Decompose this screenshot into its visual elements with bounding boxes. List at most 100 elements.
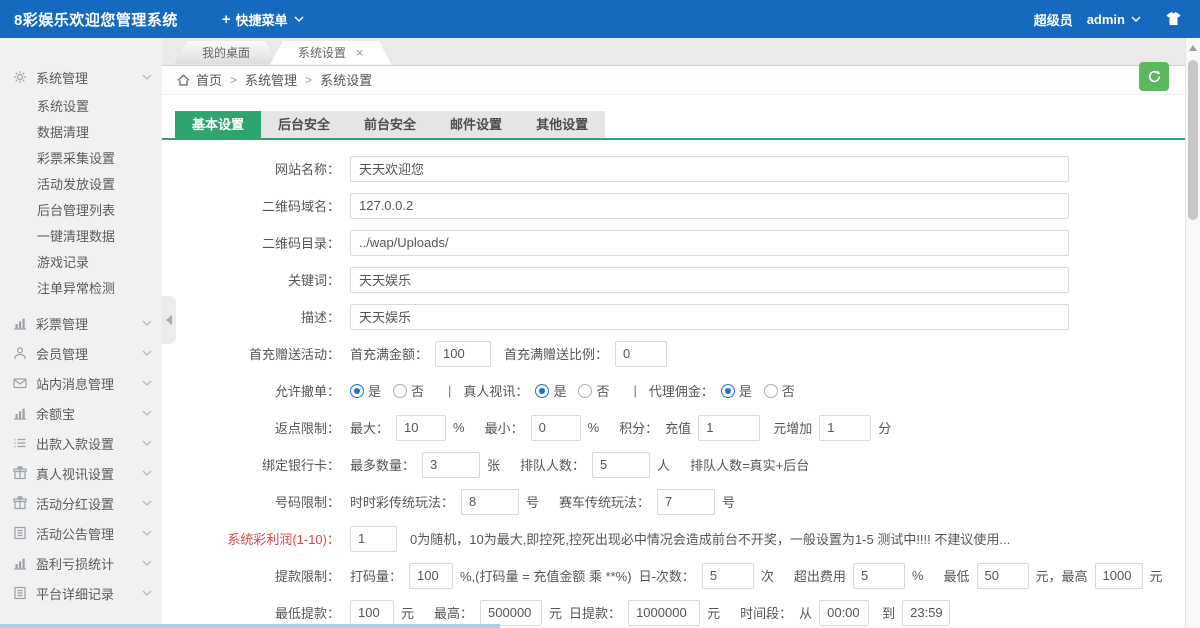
queue-count-input[interactable]: [592, 452, 650, 478]
radio-label[interactable]: 否: [596, 381, 609, 400]
tab-other-settings[interactable]: 其他设置: [519, 111, 605, 138]
field-label: 网站名称：: [162, 159, 340, 178]
racing-play-input[interactable]: [657, 489, 715, 515]
inline-label: 积分：: [619, 418, 658, 437]
sidebar-collapse-handle[interactable]: [162, 296, 176, 344]
inline-label: 充值: [665, 418, 691, 437]
system-profit-input[interactable]: [350, 526, 397, 552]
sidebar-group-live-video-settings[interactable]: 真人视讯设置: [0, 458, 162, 488]
fee-max-input[interactable]: [1095, 563, 1143, 589]
dama-input[interactable]: [409, 563, 453, 589]
sidebar-item-admin-list[interactable]: 后台管理列表: [0, 198, 162, 224]
chevron-down-icon: [142, 410, 152, 416]
sidebar-group-platform-records[interactable]: 平台详细记录: [0, 578, 162, 608]
sidebar-group-label: 余额宝: [36, 404, 142, 423]
window-tab-system-settings[interactable]: 系统设置 ×: [270, 41, 392, 65]
window-tab-desktop[interactable]: 我的桌面: [174, 41, 278, 65]
sidebar-item-activity-grant-settings[interactable]: 活动发放设置: [0, 172, 162, 198]
bank-max-input[interactable]: [422, 452, 480, 478]
chevron-down-icon: [1131, 16, 1141, 22]
time-to-input[interactable]: [902, 600, 950, 626]
breadcrumb-system-settings[interactable]: 系统设置: [320, 70, 372, 89]
sidebar-group-label: 活动公告管理: [36, 524, 142, 543]
vertical-scrollbar[interactable]: [1185, 38, 1200, 628]
tab-backend-security[interactable]: 后台安全: [261, 111, 347, 138]
radio-label[interactable]: 是: [739, 381, 752, 400]
breadcrumb-home[interactable]: 首页: [196, 70, 222, 89]
settings-form: 网站名称： 二维码域名： 二维码目录： 关键词： 描述： 首充赠送活动：: [162, 140, 1185, 628]
sidebar-item-lottery-collect-settings[interactable]: 彩票采集设置: [0, 146, 162, 172]
live-video-yes-radio[interactable]: [535, 384, 549, 398]
sidebar-group-system-mgmt[interactable]: 系统管理: [0, 62, 162, 92]
tab-mail-settings[interactable]: 邮件设置: [433, 111, 519, 138]
allow-cancel-no-radio[interactable]: [393, 384, 407, 398]
live-video-no-radio[interactable]: [578, 384, 592, 398]
sidebar-group-profit-loss-stats[interactable]: 盈利亏损统计: [0, 548, 162, 578]
chevron-down-icon: [142, 350, 152, 356]
sidebar-item-game-records[interactable]: 游戏记录: [0, 250, 162, 276]
unit-label: %: [912, 568, 924, 583]
radio-label[interactable]: 否: [782, 381, 795, 400]
agent-commission-no-radio[interactable]: [764, 384, 778, 398]
sidebar-group-announcement-mgmt[interactable]: 活动公告管理: [0, 518, 162, 548]
inline-label: 超出费用: [794, 566, 846, 585]
site-name-input[interactable]: [350, 156, 1069, 182]
theme-tshirt-icon[interactable]: [1165, 12, 1182, 26]
keywords-input[interactable]: [350, 267, 1069, 293]
qr-dir-input[interactable]: [350, 230, 1069, 256]
time-from-input[interactable]: [819, 600, 869, 626]
inline-label: 真人视讯：: [463, 381, 528, 400]
inline-label: 首充满赠送比例：: [504, 344, 608, 363]
scrollbar-thumb[interactable]: [1188, 60, 1198, 220]
points-charge-input[interactable]: [698, 415, 760, 441]
agent-commission-yes-radio[interactable]: [721, 384, 735, 398]
description-input[interactable]: [350, 304, 1069, 330]
ssc-play-input[interactable]: [461, 489, 519, 515]
chart-icon: [13, 316, 28, 331]
inline-label: 最小：: [485, 418, 524, 437]
allow-cancel-yes-radio[interactable]: [350, 384, 364, 398]
sidebar-group-lottery-mgmt[interactable]: 彩票管理: [0, 308, 162, 338]
inline-label: 最大：: [350, 418, 389, 437]
first-charge-ratio-input[interactable]: [615, 341, 667, 367]
list-icon: [13, 436, 28, 451]
first-charge-amount-input[interactable]: [435, 341, 491, 367]
form-row-description: 描述：: [162, 304, 1185, 330]
sidebar-group-label: 系统管理: [36, 68, 142, 87]
sidebar-group-payment-settings[interactable]: 出款入款设置: [0, 428, 162, 458]
fee-min-input[interactable]: [977, 563, 1029, 589]
tab-frontend-security[interactable]: 前台安全: [347, 111, 433, 138]
sidebar-item-system-settings[interactable]: 系统设置: [0, 94, 162, 120]
sidebar-item-one-key-cleanup[interactable]: 一键清理数据: [0, 224, 162, 250]
radio-label[interactable]: 否: [411, 381, 424, 400]
rebate-min-input[interactable]: [531, 415, 581, 441]
sidebar-group-yuebao[interactable]: 余额宝: [0, 398, 162, 428]
profit-note: 0为随机，10为最大,即控死,控死出现必中情况会造成前台不开奖，一般设置为1-5…: [410, 529, 1010, 548]
user-menu[interactable]: 超级员 admin: [1034, 10, 1141, 29]
points-add-input[interactable]: [819, 415, 871, 441]
sidebar-group-site-message-mgmt[interactable]: 站内消息管理: [0, 368, 162, 398]
sidebar-item-abnormal-bet-check[interactable]: 注单异常检测: [0, 276, 162, 302]
sidebar-item-data-cleanup[interactable]: 数据清理: [0, 120, 162, 146]
field-label: 描述：: [162, 307, 340, 326]
sidebar-group-dividend-settings[interactable]: 活动分红设置: [0, 488, 162, 518]
withdraw-max-input[interactable]: [480, 600, 542, 626]
inline-label: 时时彩传统玩法：: [350, 492, 454, 511]
radio-label[interactable]: 是: [553, 381, 566, 400]
rebate-max-input[interactable]: [396, 415, 446, 441]
excess-fee-input[interactable]: [853, 563, 905, 589]
refresh-button[interactable]: [1139, 62, 1169, 91]
daily-withdraw-input[interactable]: [628, 600, 700, 626]
radio-label[interactable]: 是: [368, 381, 381, 400]
breadcrumb-system-mgmt[interactable]: 系统管理: [245, 70, 297, 89]
tab-basic-settings[interactable]: 基本设置: [175, 111, 261, 138]
daily-times-input[interactable]: [702, 563, 754, 589]
sidebar-group-member-mgmt[interactable]: 会员管理: [0, 338, 162, 368]
gift-icon: [13, 466, 28, 481]
form-row-toggles: 允许撤单： 是 否 | 真人视讯： 是 否 | 代理佣金： 是 否: [162, 378, 1185, 404]
quick-menu-button[interactable]: + 快捷菜单: [222, 10, 304, 29]
close-icon[interactable]: ×: [356, 46, 364, 59]
withdraw-min-input[interactable]: [350, 600, 394, 626]
qr-domain-input[interactable]: [350, 193, 1069, 219]
scroll-up-arrow-icon[interactable]: [1189, 45, 1197, 51]
